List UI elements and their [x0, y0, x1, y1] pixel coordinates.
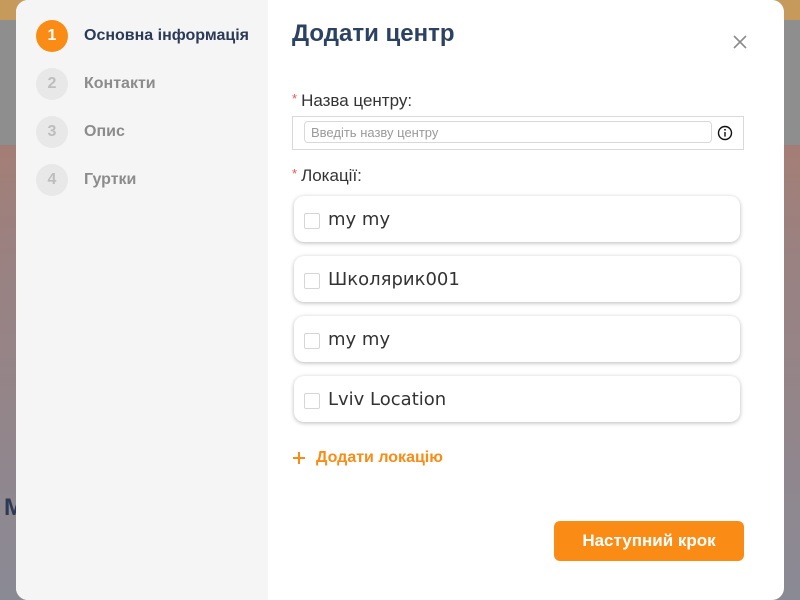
plus-icon	[293, 452, 305, 464]
location-item[interactable]: Lviv Location	[294, 376, 740, 422]
step-label: Основна інформація	[84, 27, 249, 44]
location-checkbox[interactable]	[304, 393, 320, 409]
step-label: Опис	[84, 123, 125, 140]
step-basic-info[interactable]: 1 Основна інформація	[36, 20, 249, 52]
step-number: 2	[36, 68, 68, 100]
location-label: Школярик001	[328, 269, 460, 290]
info-icon[interactable]	[717, 125, 733, 141]
add-center-modal: 1 Основна інформація 2 Контакти 3 Опис 4…	[16, 0, 784, 600]
step-number: 3	[36, 116, 68, 148]
steps-sidebar: 1 Основна інформація 2 Контакти 3 Опис 4…	[16, 0, 268, 600]
required-mark: *	[292, 91, 298, 106]
add-location-button[interactable]: Додати локацію	[292, 449, 443, 467]
center-name-label-text: Назва центру:	[301, 91, 413, 110]
location-label: my my	[328, 209, 391, 230]
required-mark: *	[292, 166, 298, 181]
step-label: Контакти	[84, 75, 156, 92]
step-description[interactable]: 3 Опис	[36, 116, 125, 148]
step-clubs[interactable]: 4 Гуртки	[36, 164, 136, 196]
location-label: my my	[328, 329, 391, 350]
location-checkbox[interactable]	[304, 273, 320, 289]
locations-label: * Локації:	[292, 166, 362, 186]
close-icon[interactable]	[728, 30, 752, 54]
step-number: 4	[36, 164, 68, 196]
location-item[interactable]: my my	[294, 196, 740, 242]
modal-title: Додати центр	[292, 20, 455, 47]
add-location-label: Додати локацію	[316, 449, 443, 466]
step-number: 1	[36, 20, 68, 52]
next-step-button[interactable]: Наступний крок	[554, 521, 744, 561]
step-label: Гуртки	[84, 171, 137, 188]
locations-label-text: Локації:	[301, 166, 362, 185]
location-label: Lviv Location	[328, 389, 447, 410]
location-item[interactable]: Школярик001	[294, 256, 740, 302]
center-name-label: * Назва центру:	[292, 91, 412, 111]
step-contacts[interactable]: 2 Контакти	[36, 68, 156, 100]
location-item[interactable]: my my	[294, 316, 740, 362]
location-checkbox[interactable]	[304, 333, 320, 349]
center-name-field	[292, 116, 744, 150]
center-name-input[interactable]	[304, 121, 712, 143]
location-checkbox[interactable]	[304, 213, 320, 229]
